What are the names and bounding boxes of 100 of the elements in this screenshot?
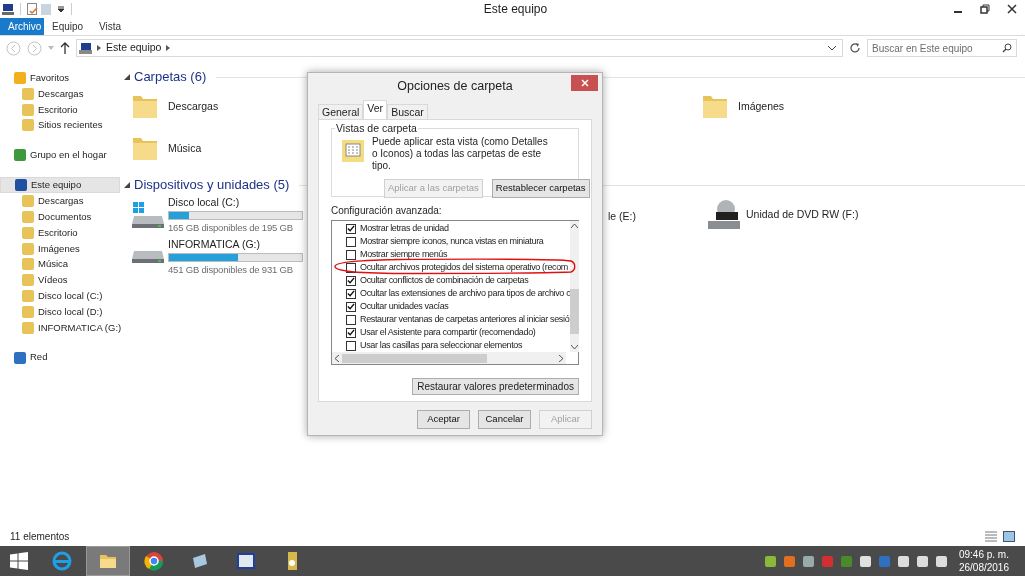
option-label[interactable]: Mostrar letras de unidad (360, 221, 449, 236)
sidebar-item[interactable]: Descargas (0, 86, 120, 102)
drive-name[interactable]: Disco local (C:) (168, 194, 303, 211)
horizontal-scrollbar[interactable] (332, 352, 566, 364)
option-label[interactable]: Usar el Asistente para compartir (recomendado) (360, 325, 536, 340)
option-label[interactable]: Ocultar unidades vacías (360, 299, 449, 314)
option-label[interactable]: Ocultar las extensiones de archivo para tipos de archivo c (360, 286, 571, 301)
folder-name[interactable]: Imágenes (738, 99, 785, 115)
properties-icon[interactable] (27, 3, 38, 15)
close-button[interactable] (571, 75, 598, 91)
sidebar-item[interactable]: Vídeos (0, 272, 120, 289)
scroll-right-icon[interactable] (559, 354, 563, 362)
tray-icon[interactable] (802, 555, 814, 567)
folder-icon (22, 274, 34, 287)
sidebar-item[interactable]: Escritorio (0, 101, 120, 118)
tray-icon[interactable] (935, 555, 947, 567)
option-label[interactable]: Ocultar conflictos de combinación de carpetas (360, 273, 529, 288)
sidebar-item[interactable]: INFORMATICA (G:) (0, 319, 120, 336)
folder-icon (22, 211, 34, 224)
dialog-button[interactable]: Restablecer carpetas (491, 179, 590, 198)
checkbox[interactable] (346, 288, 356, 299)
restore-defaults-button[interactable]: Restaurar valores predeterminados (412, 378, 579, 395)
ribbon-tab[interactable]: Archivo (0, 18, 44, 35)
tray-icon[interactable] (764, 555, 776, 567)
search-field[interactable]: Buscar en Este equipo (867, 39, 1017, 57)
dialog-tab[interactable]: Buscar (387, 104, 428, 119)
option-label[interactable]: Ocultar archivos protegidos del sistema operativo (recom (360, 260, 568, 275)
sidebar-item[interactable]: Descargas (0, 193, 120, 210)
sidebar-item[interactable]: Documentos (0, 209, 120, 225)
sidebar-item[interactable]: Música (0, 256, 120, 273)
scroll-left-icon[interactable] (335, 354, 339, 362)
scroll-up-icon[interactable] (571, 224, 579, 228)
section-heading: Carpetas (6) (134, 68, 207, 87)
up-arrow-icon[interactable] (60, 42, 70, 54)
checkbox[interactable] (346, 262, 356, 273)
checkbox[interactable] (346, 249, 356, 260)
tray-icon[interactable] (859, 555, 871, 567)
folder-icon (22, 103, 34, 116)
drive-name[interactable]: INFORMATICA (G:) (168, 236, 303, 253)
drive-name[interactable]: Unidad de DVD RW (F:) (746, 207, 859, 223)
sidebar-item[interactable]: Disco local (C:) (0, 288, 120, 304)
sidebar-item[interactable]: Escritorio (0, 225, 120, 241)
dropdown-arrow-icon[interactable] (57, 6, 65, 12)
folder-icon (22, 321, 34, 334)
folder-icon (22, 226, 34, 239)
tray-icon[interactable] (783, 555, 795, 567)
vertical-scrollbar[interactable] (570, 221, 580, 352)
collapse-arrow-icon[interactable] (124, 182, 130, 188)
folder-icon (22, 290, 34, 303)
start-icon[interactable] (10, 552, 28, 570)
large-icons-view-icon[interactable] (1003, 530, 1015, 542)
dialog-tab[interactable]: General (318, 104, 364, 119)
checkbox[interactable] (346, 314, 356, 325)
checkbox[interactable] (346, 223, 356, 234)
option-label[interactable]: Mostrar siempre iconos, nunca vistas en miniatura (360, 234, 544, 249)
folder-name[interactable]: Descargas (168, 99, 219, 115)
item-count: 11 elementos (10, 529, 70, 544)
section-heading: Dispositivos y unidades (5) (134, 176, 290, 195)
close-icon (580, 79, 589, 87)
option-label[interactable]: Usar las casillas para seleccionar elementos (360, 338, 523, 353)
sidebar-item[interactable]: Sitios recientes (0, 117, 120, 134)
collapse-arrow-icon[interactable] (124, 74, 130, 80)
address-field[interactable]: Este equipo (76, 39, 843, 57)
checkbox[interactable] (346, 327, 356, 338)
window-icon (235, 550, 257, 572)
dialog-tab[interactable]: Ver (363, 100, 388, 119)
option-label[interactable]: Restaurar ventanas de carpetas anteriores al iniciar sesió (360, 312, 570, 327)
taskbar-app[interactable] (86, 546, 130, 576)
sidebar-item-icon (14, 149, 26, 162)
sidebar-item[interactable]: Favoritos (0, 70, 120, 86)
ribbon-tab[interactable]: Equipo (44, 18, 88, 35)
browser-icon (51, 550, 73, 572)
address-path: Este equipo (106, 40, 162, 56)
computer-icon (79, 42, 92, 54)
tray-icon[interactable] (916, 555, 928, 567)
folder-icon (22, 195, 34, 208)
dialog-button[interactable]: Aceptar (417, 410, 470, 429)
scroll-down-icon[interactable] (571, 345, 579, 349)
view-description: Puede aplicar esta vista (como Detalles o Iconos) a todas las carpetas de este tipo. (372, 136, 549, 172)
folder-name[interactable]: Música (168, 141, 202, 157)
dialog-button[interactable]: Cancelar (478, 410, 531, 429)
ribbon-tab[interactable]: Vista (88, 18, 132, 35)
refresh-icon[interactable] (849, 42, 861, 54)
advanced-settings-label: Configuración avanzada: (331, 204, 443, 218)
clock-date: 26/08/2016 (958, 561, 1009, 574)
checkbox[interactable] (346, 301, 356, 312)
free-space-text: 451 GB disponibles de 931 GB (168, 263, 294, 278)
checkbox[interactable] (346, 275, 356, 286)
sidebar-item[interactable]: Disco local (D:) (0, 303, 120, 320)
sidebar-item[interactable]: Imágenes (0, 240, 120, 257)
option-label[interactable]: Mostrar siempre menús (360, 247, 448, 262)
drive-name[interactable]: le (E:) (608, 210, 636, 222)
sidebar-item[interactable]: Este equipo (0, 177, 120, 194)
checkbox[interactable] (346, 236, 356, 247)
tray-icon[interactable] (897, 555, 909, 567)
sidebar-item[interactable]: Grupo en el hogar (0, 147, 120, 164)
close-icon[interactable] (1007, 4, 1017, 14)
checkbox[interactable] (346, 340, 356, 351)
sidebar-item[interactable]: Red (0, 349, 120, 366)
restore-icon[interactable] (980, 4, 990, 14)
